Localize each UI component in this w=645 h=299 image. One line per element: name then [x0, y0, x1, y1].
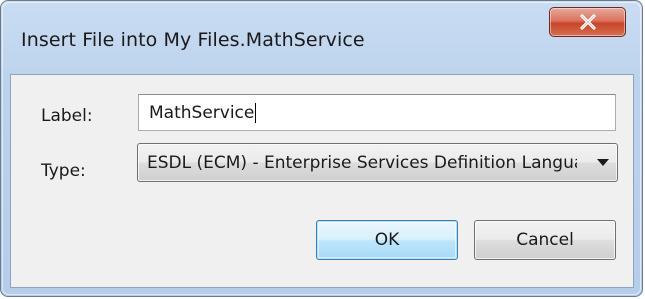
close-x-icon: [579, 14, 596, 30]
label-input[interactable]: MathService: [138, 94, 616, 131]
dialog-body: Label: MathService Type: ESDL (ECM) - En…: [10, 74, 634, 288]
dialog-title: Insert File into My Files.MathService: [21, 29, 365, 51]
chevron-down-icon[interactable]: [597, 159, 609, 166]
close-button[interactable]: [549, 7, 626, 37]
title-bar[interactable]: Insert File into My Files.MathService: [1, 1, 642, 76]
label-input-value: MathService: [149, 102, 255, 123]
text-caret: [255, 102, 257, 123]
cancel-button[interactable]: Cancel: [474, 220, 616, 260]
insert-file-dialog: Insert File into My Files.MathService La…: [0, 0, 643, 297]
type-dropdown-value: ESDL (ECM) - Enterprise Services Definit…: [147, 153, 577, 173]
label-field-caption: Label:: [41, 106, 93, 126]
ok-button[interactable]: OK: [316, 220, 458, 260]
type-field-caption: Type:: [41, 161, 86, 181]
type-dropdown[interactable]: ESDL (ECM) - Enterprise Services Definit…: [137, 143, 618, 182]
